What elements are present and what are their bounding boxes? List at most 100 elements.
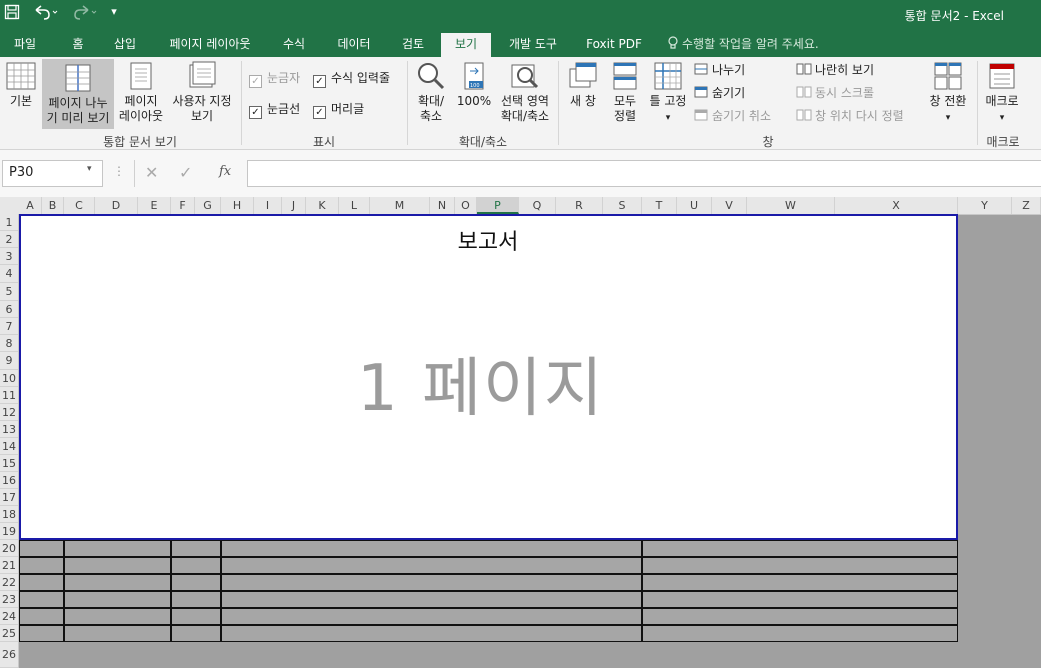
row-header[interactable]: 20 — [0, 540, 18, 557]
enter-icon[interactable]: ✓ — [179, 163, 192, 182]
macros-button[interactable]: 매크로 ▾ — [980, 61, 1024, 131]
cell-outside-print-area[interactable] — [19, 557, 64, 574]
zoom-button[interactable]: 확대/ 축소 — [412, 61, 450, 131]
split-button[interactable]: 나누기 — [694, 61, 745, 79]
row-header[interactable]: 24 — [0, 608, 18, 625]
zoom-100-button[interactable]: 100 100% — [455, 61, 493, 131]
row-header[interactable]: 14 — [0, 438, 18, 455]
cell-outside-print-area[interactable] — [19, 591, 64, 608]
cell-outside-print-area[interactable] — [171, 574, 221, 591]
column-header[interactable]: A — [19, 197, 42, 214]
row-header[interactable]: 13 — [0, 421, 18, 438]
tab-view[interactable]: 보기 — [441, 33, 491, 57]
undo-icon[interactable] — [30, 0, 60, 25]
tab-formulas[interactable]: 수식 — [272, 33, 316, 57]
switch-windows-button[interactable]: 창 전환 ▾ — [924, 61, 972, 131]
cell-outside-print-area[interactable] — [642, 540, 958, 557]
row-header[interactable]: 10 — [0, 370, 18, 387]
tab-data[interactable]: 데이터 — [327, 33, 381, 57]
cell-outside-print-area[interactable] — [19, 608, 64, 625]
cell-outside-print-area[interactable] — [221, 540, 642, 557]
row-header[interactable]: 2 — [0, 231, 18, 248]
row-header[interactable]: 6 — [0, 301, 18, 318]
row-header[interactable]: 17 — [0, 489, 18, 506]
row-header[interactable]: 9 — [0, 352, 18, 370]
column-header[interactable]: N — [430, 197, 455, 214]
cell-outside-print-area[interactable] — [19, 574, 64, 591]
row-header[interactable]: 8 — [0, 335, 18, 352]
column-header[interactable]: P — [477, 197, 519, 214]
hide-button[interactable]: 숨기기 — [694, 84, 745, 102]
cell-outside-print-area[interactable] — [221, 557, 642, 574]
column-header[interactable]: V — [712, 197, 747, 214]
cell-outside-print-area[interactable] — [64, 540, 171, 557]
tab-insert[interactable]: 삽입 — [104, 33, 146, 57]
formula-bar-checkbox[interactable]: ✓ 수식 입력줄 — [313, 69, 390, 88]
tab-file[interactable]: 파일 — [4, 33, 46, 57]
column-header[interactable]: D — [95, 197, 138, 214]
view-side-by-side-button[interactable]: 나란히 보기 — [796, 61, 874, 79]
row-header[interactable]: 26 — [0, 642, 18, 668]
column-header[interactable]: M — [370, 197, 430, 214]
row-header[interactable]: 1 — [0, 214, 18, 231]
freeze-panes-button[interactable]: 틀 고정 ▾ — [646, 61, 690, 131]
cell-outside-print-area[interactable] — [171, 591, 221, 608]
column-header[interactable]: J — [282, 197, 306, 214]
row-header[interactable]: 3 — [0, 248, 18, 265]
column-header[interactable]: T — [642, 197, 677, 214]
column-header[interactable]: S — [603, 197, 642, 214]
row-header[interactable]: 7 — [0, 318, 18, 335]
cell-outside-print-area[interactable] — [171, 608, 221, 625]
cell-outside-print-area[interactable] — [642, 557, 958, 574]
column-header[interactable]: G — [195, 197, 221, 214]
cell-outside-print-area[interactable] — [64, 591, 171, 608]
cell-outside-print-area[interactable] — [64, 608, 171, 625]
cell-outside-print-area[interactable] — [221, 625, 642, 642]
cell-outside-print-area[interactable] — [19, 625, 64, 642]
column-header[interactable]: U — [677, 197, 712, 214]
column-header[interactable]: W — [747, 197, 835, 214]
arrange-all-button[interactable]: 모두 정렬 — [606, 61, 644, 131]
save-icon[interactable] — [2, 0, 22, 25]
reset-window-position-button[interactable]: 창 위치 다시 정렬 — [796, 107, 904, 125]
cell-outside-print-area[interactable] — [642, 574, 958, 591]
page-layout-view-button[interactable]: 페이지 레이아웃 — [116, 61, 166, 131]
column-header[interactable]: O — [455, 197, 477, 214]
column-header[interactable]: L — [339, 197, 370, 214]
cell-outside-print-area[interactable] — [642, 591, 958, 608]
worksheet-grid[interactable]: 보고서 — [19, 214, 1041, 668]
synchronous-scroll-button[interactable]: 동시 스크롤 — [796, 84, 874, 102]
tab-review[interactable]: 검토 — [391, 33, 435, 57]
cell-outside-print-area[interactable] — [642, 608, 958, 625]
zoom-to-selection-button[interactable]: 선택 영역 확대/축소 — [496, 61, 554, 131]
tab-home[interactable]: 홈 — [62, 33, 94, 57]
cell-outside-print-area[interactable] — [171, 540, 221, 557]
tab-foxit-pdf[interactable]: Foxit PDF — [578, 33, 650, 57]
cell-outside-print-area[interactable] — [64, 625, 171, 642]
row-header[interactable]: 15 — [0, 455, 18, 472]
row-header[interactable]: 25 — [0, 625, 18, 642]
tab-page-layout[interactable]: 페이지 레이아웃 — [158, 33, 262, 57]
formula-input[interactable] — [247, 160, 1041, 187]
ruler-checkbox[interactable]: ✓ 눈금자 — [249, 69, 300, 88]
column-header[interactable]: Y — [958, 197, 1012, 214]
new-window-button[interactable]: 새 창 — [564, 61, 602, 131]
column-header[interactable]: E — [138, 197, 171, 214]
cell-outside-print-area[interactable] — [19, 540, 64, 557]
column-header[interactable]: H — [221, 197, 254, 214]
column-header[interactable]: F — [171, 197, 195, 214]
headings-checkbox[interactable]: ✓ 머리글 — [313, 100, 364, 119]
row-header[interactable]: 18 — [0, 506, 18, 523]
tell-me-box[interactable]: 수행할 작업을 알려 주세요. — [667, 33, 819, 57]
column-header[interactable]: Q — [519, 197, 556, 214]
column-header[interactable]: B — [42, 197, 64, 214]
column-header[interactable]: K — [306, 197, 339, 214]
page-break-preview-button[interactable]: 페이지 나누 기 미리 보기 — [42, 59, 114, 129]
row-header[interactable]: 22 — [0, 574, 18, 591]
cell-outside-print-area[interactable] — [221, 591, 642, 608]
name-box[interactable]: P30 ▾ — [2, 160, 103, 187]
cell-outside-print-area[interactable] — [171, 625, 221, 642]
column-header[interactable]: C — [64, 197, 95, 214]
cell-outside-print-area[interactable] — [221, 574, 642, 591]
row-header[interactable]: 4 — [0, 265, 18, 283]
